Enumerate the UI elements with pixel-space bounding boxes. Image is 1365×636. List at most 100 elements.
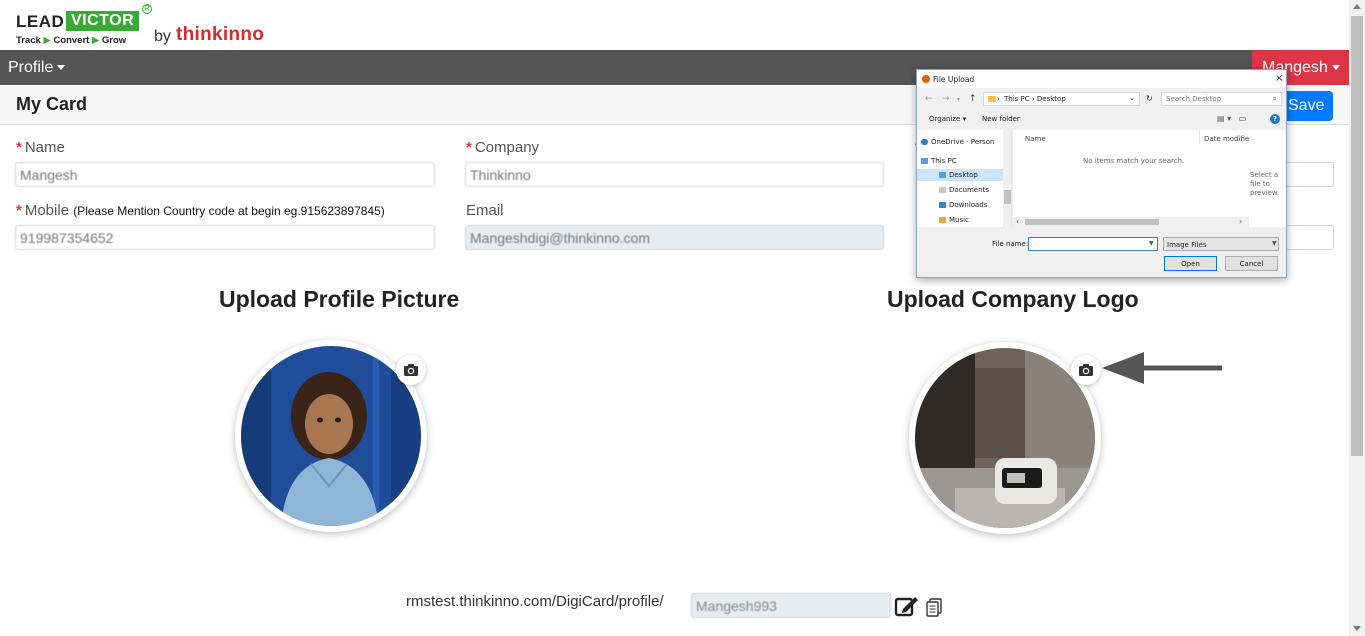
preview-hint: Select a file to preview.	[1250, 171, 1280, 197]
tree-label: This PC	[931, 157, 957, 165]
company-field[interactable]: Thinkinno	[465, 162, 884, 187]
mobile-label-text: Mobile	[24, 202, 70, 219]
scroll-left-icon[interactable]: ‹	[1016, 217, 1019, 226]
registered-mark: R	[142, 4, 152, 14]
tagline-track: Track	[16, 35, 41, 46]
tree-item-downloads[interactable]: Downloads	[939, 199, 1011, 211]
search-icon: ⌕	[1272, 94, 1277, 103]
tree-label: Documents	[949, 186, 989, 194]
dialog-footer: File name: ▼ Image Files ▼ Open Cancel	[917, 230, 1286, 277]
profile-camera-button[interactable]	[396, 355, 426, 385]
edit-icon[interactable]	[894, 594, 920, 618]
upload-logo-title: Upload Company Logo	[887, 286, 1139, 312]
profile-menu[interactable]: Profile	[8, 59, 66, 77]
profile-url-prefix: rmstest.thinkinno.com/DigiCard/profile/	[406, 593, 664, 610]
mobile-field[interactable]: 919987354652	[15, 225, 435, 250]
copy-icon[interactable]	[925, 598, 943, 618]
required-marker: *	[466, 139, 472, 156]
scroll-up-icon[interactable]	[1353, 4, 1361, 9]
desktop-folder-icon	[939, 172, 946, 178]
company-label-text: Company	[474, 139, 540, 156]
tagline-grow: Grow	[101, 35, 127, 46]
refresh-icon[interactable]: ↻	[1146, 94, 1153, 103]
tree-label: Desktop	[949, 171, 978, 179]
documents-folder-icon	[939, 187, 946, 193]
caret-down-icon	[1331, 65, 1340, 71]
tagline-arrow-icon: ▶	[43, 35, 51, 46]
up-arrow-icon[interactable]: ↑	[969, 94, 977, 104]
profile-photo	[241, 346, 421, 526]
column-header-date[interactable]: Date modifie	[1204, 135, 1249, 143]
dialog-toolbar: Organize ▾ New folder ▤ ▾ ▭ ?	[917, 110, 1286, 128]
column-header-name[interactable]: Name	[1025, 135, 1046, 143]
help-icon[interactable]: ?	[1270, 114, 1280, 124]
recent-dropdown-icon[interactable]: ▾	[957, 96, 960, 103]
tagline-convert: Convert	[53, 35, 90, 46]
back-arrow-icon[interactable]: ←	[925, 94, 933, 104]
new-folder-button[interactable]: New folder	[982, 115, 1020, 123]
tree-item-music[interactable]: Music	[939, 214, 1011, 226]
logo-camera-button[interactable]	[1071, 355, 1101, 385]
file-name-input[interactable]	[1028, 237, 1158, 251]
dialog-search-input[interactable]: Search Desktop ⌕	[1161, 92, 1282, 106]
fourth-field[interactable]	[1285, 225, 1334, 250]
file-type-select[interactable]: Image Files	[1163, 237, 1279, 251]
mobile-label: * Mobile (Please Mention Country code at …	[16, 202, 385, 219]
profile-url-field[interactable]: Mangesh993	[691, 593, 891, 618]
file-list-hscrollbar[interactable]: ‹ ›	[1013, 217, 1249, 227]
organize-button[interactable]: Organize ▾	[929, 115, 966, 123]
dialog-path-breadcrumb[interactable]: › This PC › Desktop ⌄	[983, 92, 1140, 106]
tree-label: Downloads	[949, 201, 988, 209]
company-logo-photo	[915, 348, 1095, 528]
path-desktop[interactable]: Desktop	[1037, 95, 1066, 103]
open-button[interactable]: Open	[1164, 256, 1217, 271]
tree-item-onedrive[interactable]: OneDrive - Person	[921, 136, 1007, 148]
file-list-hscroll-thumb[interactable]	[1025, 219, 1159, 225]
computer-icon	[921, 158, 928, 164]
name-label-text: Name	[24, 139, 65, 156]
scroll-down-icon[interactable]	[1353, 626, 1361, 631]
profile-photo-image	[241, 346, 421, 526]
forward-arrow-icon[interactable]: →	[942, 94, 950, 104]
path-sep-icon: ›	[997, 95, 1000, 103]
navigation-pane: OneDrive - Person This PC Desktop Docume…	[917, 130, 1012, 227]
required-marker: *	[16, 202, 22, 219]
tree-item-this-pc[interactable]: This PC	[921, 155, 1007, 167]
logo-company-text: thinkinno	[176, 24, 265, 45]
scroll-right-icon[interactable]: ›	[1239, 217, 1242, 226]
music-folder-icon	[939, 217, 946, 223]
brand-logo: LEAD VICTOR R Track ▶ Convert ▶ Grow by …	[16, 4, 276, 48]
cancel-button[interactable]: Cancel	[1225, 256, 1278, 271]
third-field[interactable]	[1285, 162, 1334, 187]
tree-scrollbar-thumb[interactable]	[1004, 190, 1011, 204]
tree-label: Music	[949, 216, 969, 224]
dialog-close-button[interactable]: ×	[1275, 73, 1283, 84]
company-label: * Company	[466, 139, 539, 156]
mobile-hint: (Please Mention Country code at begin eg…	[73, 204, 385, 218]
chevron-down-icon[interactable]: ▼	[1272, 240, 1277, 247]
page-scrollbar-thumb[interactable]	[1351, 16, 1363, 456]
path-dropdown-icon[interactable]: ⌄	[1129, 94, 1135, 102]
file-list-pane: Name Date modifie No items match your se…	[1013, 130, 1286, 227]
required-marker: *	[16, 139, 22, 156]
tree-scrollbar[interactable]	[1003, 130, 1011, 227]
logo-tagline: Track ▶ Convert ▶ Grow	[16, 35, 126, 46]
logo-by-text: by	[154, 28, 171, 45]
file-name-label: File name:	[992, 240, 1029, 248]
logo-victor-text: VICTOR	[66, 11, 140, 31]
page-title: My Card	[16, 94, 88, 114]
column-divider	[1199, 130, 1200, 144]
logo-lead-text: LEAD	[16, 12, 65, 31]
name-label: * Name	[16, 139, 65, 156]
profile-menu-label: Profile	[8, 59, 54, 76]
chevron-down-icon[interactable]: ▼	[1149, 240, 1154, 247]
cloud-icon	[921, 139, 928, 145]
downloads-folder-icon	[939, 202, 946, 208]
name-field[interactable]: Mangesh	[15, 162, 435, 187]
tree-item-documents[interactable]: Documents	[939, 184, 1011, 196]
email-field: Mangeshdigi@thinkinno.com	[465, 225, 884, 250]
upload-profile-title: Upload Profile Picture	[219, 286, 460, 312]
view-options-icon[interactable]: ▤ ▾ ▭	[1217, 114, 1246, 123]
path-this-pc[interactable]: This PC	[1004, 95, 1030, 103]
tree-item-desktop[interactable]: Desktop	[917, 169, 1003, 181]
